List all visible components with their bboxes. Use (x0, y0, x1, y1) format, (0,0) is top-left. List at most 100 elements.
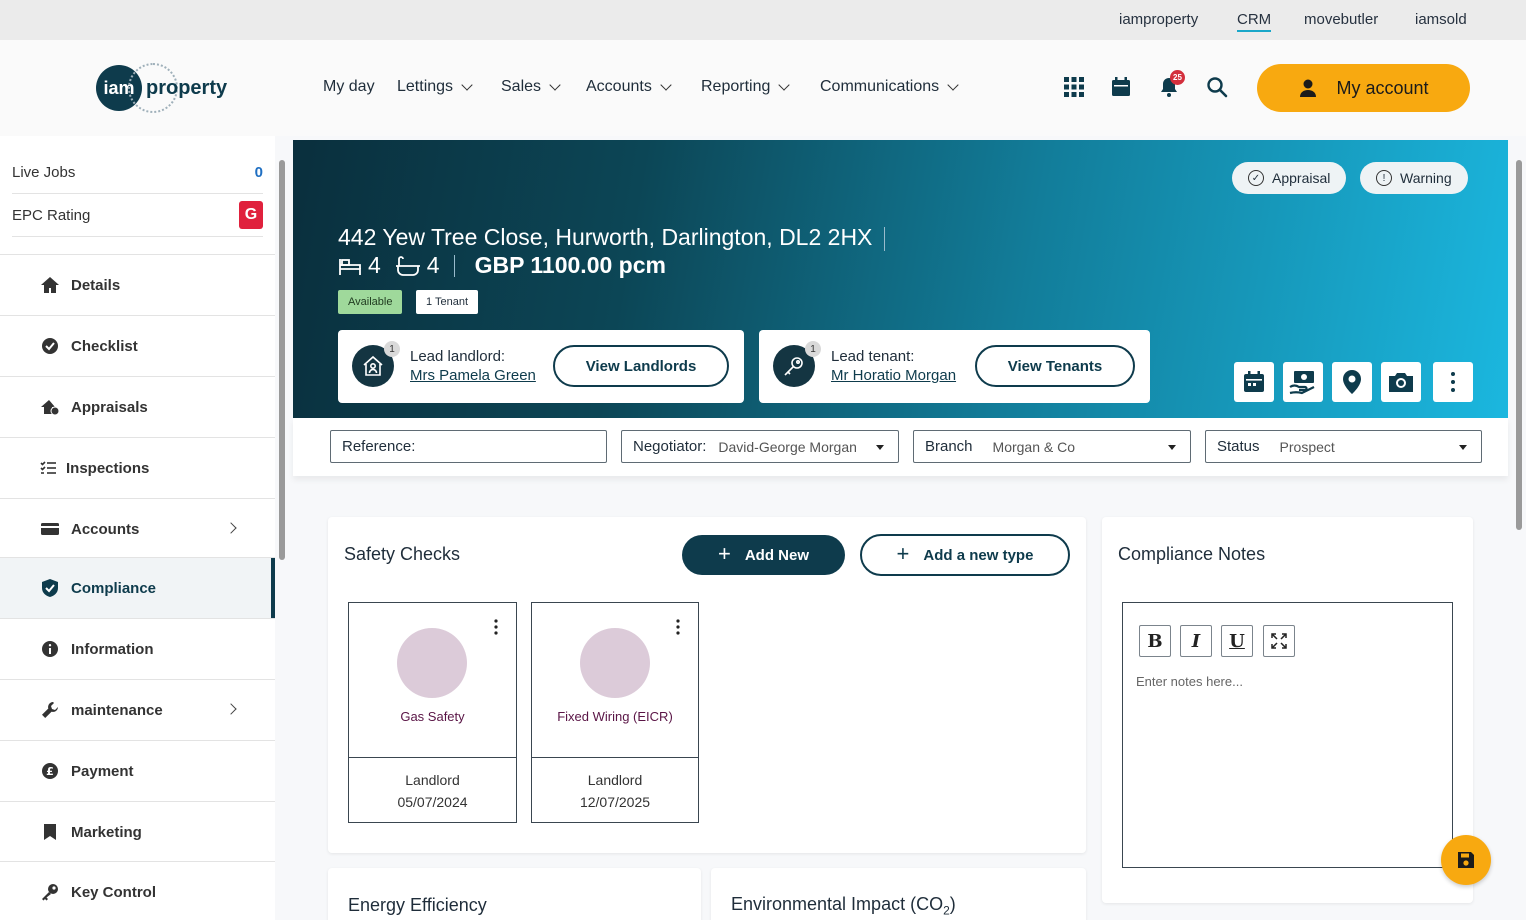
compliance-notes-title: Compliance Notes (1118, 544, 1266, 564)
lead-tenant-card: 1 Lead tenant: Mr Horatio Morgan View Te… (759, 330, 1150, 403)
apps-grid-icon[interactable] (1063, 76, 1085, 98)
property-filter-bar: Reference: Negotiator: David-George Morga… (293, 418, 1508, 476)
link-crm[interactable]: CRM (1237, 11, 1272, 32)
sidebar-item-compliance[interactable]: Compliance (0, 557, 275, 619)
sidebar-scrollbar[interactable] (278, 140, 286, 920)
sidebar-item-accounts[interactable]: Accounts (0, 498, 275, 559)
status-select[interactable]: Status Prospect (1205, 430, 1482, 463)
logo-word: property (146, 76, 228, 99)
content-scrollbar[interactable] (1514, 140, 1524, 920)
more-actions-button[interactable] (1433, 362, 1473, 402)
user-icon (1300, 79, 1317, 97)
view-landlords-button[interactable]: View Landlords (553, 345, 729, 387)
link-movebutler[interactable]: movebutler (1304, 11, 1378, 28)
sidebar-item-payment[interactable]: £ Payment (0, 740, 275, 801)
sidebar-item-appraisals[interactable]: Appraisals (0, 376, 275, 437)
save-icon (1458, 852, 1474, 868)
sidebar-item-details[interactable]: Details (0, 254, 275, 315)
nav-lettings[interactable]: Lettings (397, 78, 473, 96)
landlord-avatar: 1 (352, 341, 400, 387)
add-new-type-button[interactable]: + Add a new type (860, 534, 1070, 576)
warning-pill[interactable]: ! Warning (1360, 162, 1468, 194)
notes-placeholder[interactable]: Enter notes here... (1136, 674, 1243, 689)
fullscreen-button[interactable] (1263, 625, 1295, 657)
info-icon (42, 641, 58, 657)
sidebar-item-maintenance[interactable]: maintenance (0, 679, 275, 740)
energy-efficiency-title: Energy Efficiency (348, 895, 487, 915)
key-icon (784, 357, 803, 376)
view-tenants-button[interactable]: View Tenants (975, 345, 1135, 387)
rent-payment-button[interactable] (1283, 362, 1323, 402)
underline-button[interactable]: U (1221, 625, 1253, 657)
chevron-down-icon (660, 79, 672, 91)
check-circle-icon: ✓ (1248, 170, 1264, 186)
tenant-name-link[interactable]: Mr Horatio Morgan (831, 367, 956, 384)
baths-count: 4 (426, 252, 440, 278)
landlord-name-link[interactable]: Mrs Pamela Green (410, 367, 536, 384)
negotiator-select[interactable]: Negotiator: David-George Morgan (621, 430, 899, 463)
svg-text:£: £ (46, 765, 54, 778)
beds-count: 4 (368, 252, 381, 278)
tenant-avatar: 1 (773, 341, 821, 387)
link-iamsold[interactable]: iamsold (1415, 11, 1467, 28)
property-hero-banner: ✓ Appraisal ! Warning 442 Yew Tree Close, … (293, 140, 1508, 418)
nav-my-day[interactable]: My day (323, 78, 375, 96)
save-button[interactable] (1441, 835, 1491, 885)
link-iamproperty[interactable]: iamproperty (1119, 11, 1198, 28)
home-icon (41, 277, 59, 293)
nav-reporting[interactable]: Reporting (701, 78, 791, 96)
lead-landlord-card: 1 Lead landlord: Mrs Pamela Green View L… (338, 330, 744, 403)
calendar-icon[interactable] (1110, 76, 1132, 98)
chevron-down-icon (947, 79, 959, 91)
sidebar-item-key-control[interactable]: Key Control (0, 861, 275, 920)
iam-property-logo[interactable]: iam property (96, 63, 228, 113)
rent-amount: GBP 1100.00 pcm (474, 252, 666, 278)
sidebar-item-marketing[interactable]: Marketing (0, 801, 275, 862)
sidebar-item-information[interactable]: Information (0, 618, 275, 679)
appraisal-pill[interactable]: ✓ Appraisal (1232, 162, 1347, 194)
expand-icon (1271, 633, 1287, 649)
location-button[interactable] (1332, 362, 1372, 402)
live-jobs-row[interactable]: Live Jobs 0 (12, 151, 263, 194)
camera-icon (1389, 373, 1413, 392)
more-vertical-icon[interactable] (494, 619, 498, 635)
property-sidebar: Live Jobs 0 EPC Rating G Details Checkli… (0, 136, 275, 920)
key-icon (42, 884, 58, 901)
wrench-icon (42, 702, 58, 718)
branch-select[interactable]: Branch Morgan & Co (913, 430, 1191, 463)
more-vertical-icon (1451, 372, 1455, 392)
plus-icon: + (717, 540, 731, 566)
search-icon[interactable] (1206, 76, 1228, 98)
nav-accounts[interactable]: Accounts (586, 78, 672, 96)
notes-editor[interactable]: B I U Enter notes here... (1122, 602, 1453, 868)
nav-communications[interactable]: Communications (820, 78, 959, 96)
reference-field[interactable]: Reference: (330, 430, 607, 463)
house-value-icon (41, 400, 60, 416)
more-vertical-icon[interactable] (676, 619, 680, 635)
alert-icon: ! (1376, 170, 1392, 186)
bed-icon (339, 258, 361, 275)
caret-down-icon (1168, 445, 1176, 450)
property-address: 442 Yew Tree Close, Hurworth, Darlington… (338, 224, 885, 251)
calendar-action-button[interactable] (1234, 362, 1274, 402)
my-account-button[interactable]: My account (1257, 64, 1470, 112)
photos-button[interactable] (1381, 362, 1421, 402)
safety-check-card[interactable]: Fixed Wiring (EICR) Landlord 12/07/2025 (531, 602, 699, 823)
sidebar-item-checklist[interactable]: Checklist (0, 315, 275, 376)
safety-check-card[interactable]: Gas Safety Landlord 05/07/2024 (348, 602, 517, 823)
environmental-impact-title: Environmental Impact (CO2) (731, 894, 956, 918)
certificate-thumbnail (580, 628, 650, 698)
sidebar-item-inspections[interactable]: Inspections (0, 437, 275, 498)
add-new-button[interactable]: + Add New (682, 535, 845, 575)
bold-button[interactable]: B (1139, 625, 1171, 657)
epc-rating-row: EPC Rating G (12, 194, 263, 237)
house-person-icon (363, 355, 383, 376)
chevron-down-icon (778, 79, 791, 91)
italic-button[interactable]: I (1180, 625, 1212, 657)
card-icon (41, 523, 59, 535)
chevron-right-icon (225, 522, 237, 534)
nav-sales[interactable]: Sales (501, 78, 561, 96)
availability-tag: Available (338, 290, 403, 314)
check-circle-icon (42, 338, 58, 354)
bookmark-icon (44, 824, 56, 840)
